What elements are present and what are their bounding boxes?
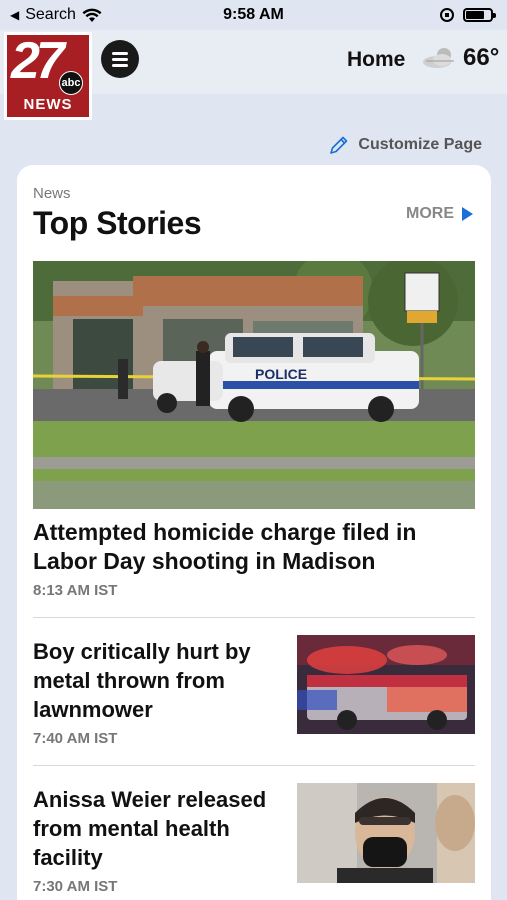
divider bbox=[33, 617, 475, 618]
play-arrow-icon bbox=[462, 207, 473, 221]
story-headline[interactable]: Attempted homicide charge filed in Labor… bbox=[33, 518, 473, 577]
app-header: 27 abc NEWS Home 66° bbox=[0, 30, 507, 120]
home-link[interactable]: Home bbox=[347, 48, 405, 72]
story-image-person-masked[interactable] bbox=[297, 783, 475, 883]
top-stories-card: News Top Stories MORE POLICE Attempted h… bbox=[17, 165, 491, 900]
back-arrow-icon: ◀ bbox=[10, 8, 20, 22]
story-image-emergency-vehicle[interactable] bbox=[297, 635, 475, 734]
story-image-police-scene[interactable]: POLICE bbox=[33, 261, 475, 509]
section-eyebrow: News bbox=[33, 185, 71, 202]
menu-button[interactable] bbox=[101, 40, 139, 78]
story-timestamp: 7:30 AM IST bbox=[33, 878, 118, 895]
section-title: Top Stories bbox=[33, 205, 202, 241]
customize-label: Customize Page bbox=[358, 136, 482, 153]
more-link[interactable]: MORE bbox=[406, 205, 473, 223]
station-logo[interactable]: 27 abc NEWS bbox=[4, 32, 92, 120]
story-timestamp: 8:13 AM IST bbox=[33, 582, 118, 599]
more-label: MORE bbox=[406, 205, 454, 222]
status-bar: ◀ Search 9:58 AM bbox=[0, 0, 507, 30]
wifi-icon bbox=[82, 8, 102, 22]
back-to-app[interactable]: ◀ Search bbox=[10, 6, 102, 24]
story-timestamp: 7:40 AM IST bbox=[33, 730, 118, 747]
logo-network: abc bbox=[59, 71, 83, 95]
svg-text:POLICE: POLICE bbox=[255, 366, 307, 382]
logo-number: 27 bbox=[11, 35, 65, 90]
temperature[interactable]: 66° bbox=[463, 44, 499, 72]
hamburger-icon bbox=[112, 51, 128, 55]
pencil-icon bbox=[330, 136, 348, 154]
customize-page-button[interactable]: Customize Page bbox=[328, 134, 482, 156]
orientation-lock-icon bbox=[440, 8, 454, 22]
logo-brand: NEWS bbox=[23, 96, 73, 113]
story-headline[interactable]: Anissa Weier released from mental health… bbox=[33, 785, 273, 872]
back-label: Search bbox=[25, 6, 76, 23]
story-headline[interactable]: Boy critically hurt by metal thrown from… bbox=[33, 637, 273, 724]
divider bbox=[33, 765, 475, 766]
battery-icon bbox=[463, 8, 496, 22]
partly-cloudy-icon[interactable] bbox=[420, 44, 460, 74]
